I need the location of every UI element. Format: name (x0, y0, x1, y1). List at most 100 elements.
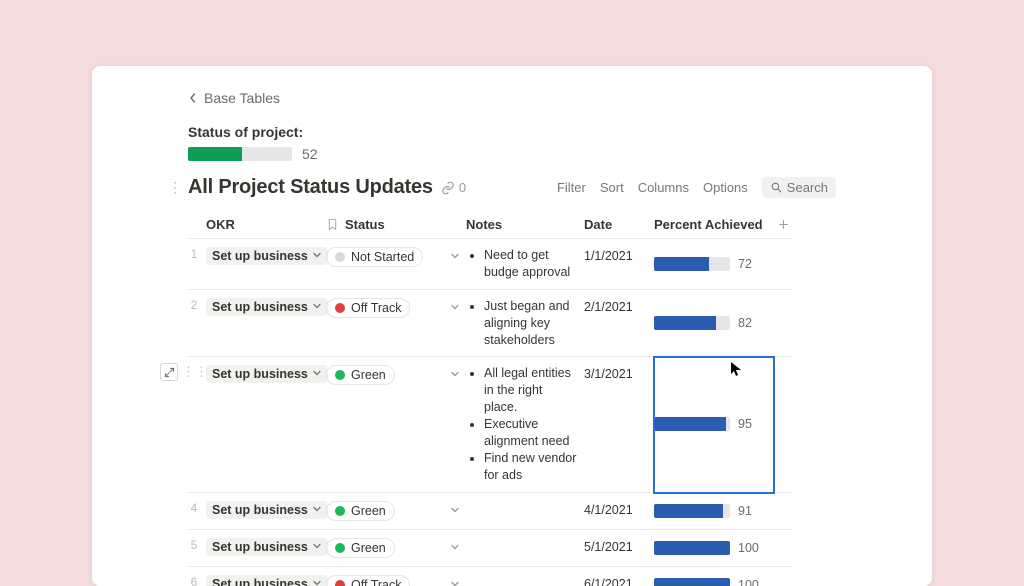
okr-pill[interactable]: Set up business (206, 538, 328, 556)
date-cell[interactable]: 1/1/2021 (584, 239, 654, 290)
date-cell[interactable]: 2/1/2021 (584, 290, 654, 358)
okr-cell: Set up business (206, 239, 326, 290)
page-title: All Project Status Updates (188, 176, 433, 199)
status-dot-icon (335, 370, 345, 380)
okr-pill[interactable]: Set up business (206, 247, 328, 265)
row-number: 4 (188, 493, 206, 530)
percent-cell[interactable]: 100 (654, 567, 774, 586)
chevron-down-icon (312, 300, 322, 314)
percent-track (654, 316, 730, 330)
notes-cell[interactable] (466, 530, 584, 567)
overall-progress-track (188, 147, 292, 161)
note-item: Just began and aligning key stakeholders (484, 298, 578, 349)
chevron-down-icon (312, 503, 322, 517)
status-label: Not Started (351, 250, 414, 264)
row-drag-handle-icon[interactable]: ⋮⋮ (182, 364, 208, 380)
okr-pill[interactable]: Set up business (206, 298, 328, 316)
date-cell[interactable]: 3/1/2021 (584, 357, 654, 492)
status-expand-button[interactable] (450, 503, 460, 518)
note-item: Find new vendor for ads (484, 450, 578, 484)
options-button[interactable]: Options (703, 180, 748, 195)
notes-cell[interactable] (466, 567, 584, 586)
col-header-notes[interactable]: Notes (466, 211, 584, 239)
status-expand-button[interactable] (450, 367, 460, 382)
status-cell: Off Track (326, 567, 466, 586)
status-cell: Green (326, 530, 466, 567)
search-button[interactable]: Search (762, 177, 836, 198)
notes-cell[interactable]: All legal entities in the right place.Ex… (466, 357, 584, 492)
okr-cell: Set up business (206, 357, 326, 492)
percent-cell[interactable]: 95 (654, 357, 774, 492)
percent-fill (654, 257, 709, 271)
drag-handle-icon[interactable]: ⋮ (168, 180, 182, 194)
status-cell: Green (326, 493, 466, 530)
status-pill[interactable]: Green (326, 501, 395, 521)
percent-fill (654, 316, 716, 330)
app-card: Base Tables Status of project: 52 ⋮ All … (92, 66, 932, 586)
expand-row-button[interactable] (160, 363, 178, 381)
okr-pill[interactable]: Set up business (206, 575, 328, 586)
chevron-down-icon (312, 249, 322, 263)
sort-button[interactable]: Sort (600, 180, 624, 195)
search-icon (770, 181, 783, 194)
bookmark-icon (326, 218, 339, 231)
overall-progress-value: 52 (302, 146, 318, 162)
percent-cell[interactable]: 100 (654, 530, 774, 567)
status-dot-icon (335, 252, 345, 262)
notes-cell[interactable]: Need to get budge approval (466, 239, 584, 290)
status-expand-button[interactable] (450, 540, 460, 555)
notes-cell[interactable] (466, 493, 584, 530)
status-expand-button[interactable] (450, 300, 460, 315)
date-cell[interactable]: 4/1/2021 (584, 493, 654, 530)
percent-track (654, 417, 730, 431)
okr-label: Set up business (212, 577, 308, 586)
plus-icon (777, 218, 790, 231)
percent-cell[interactable]: 72 (654, 239, 774, 290)
breadcrumb[interactable]: Base Tables (188, 90, 280, 106)
percent-cell[interactable]: 91 (654, 493, 774, 530)
filter-button[interactable]: Filter (557, 180, 586, 195)
date-cell[interactable]: 5/1/2021 (584, 530, 654, 567)
table: OKR Status Notes Date Percent Achieved 1… (188, 211, 836, 586)
col-header-okr[interactable]: OKR (206, 211, 326, 239)
percent-track (654, 257, 730, 271)
col-header-date[interactable]: Date (584, 211, 654, 239)
col-header-status[interactable]: Status (326, 211, 466, 239)
percent-fill (654, 504, 723, 518)
backlink-count[interactable]: 0 (441, 180, 466, 195)
okr-label: Set up business (212, 300, 308, 314)
percent-fill (654, 417, 726, 431)
status-pill[interactable]: Green (326, 365, 395, 385)
okr-label: Set up business (212, 249, 308, 263)
columns-button[interactable]: Columns (638, 180, 689, 195)
trailing-cell (774, 530, 792, 567)
col-header-status-label: Status (345, 217, 385, 232)
date-cell[interactable]: 6/1/2021 (584, 567, 654, 586)
status-cell: Green (326, 357, 466, 492)
status-pill[interactable]: Off Track (326, 298, 410, 318)
status-expand-button[interactable] (450, 249, 460, 264)
okr-cell: Set up business (206, 493, 326, 530)
status-label: Off Track (351, 301, 401, 315)
okr-pill[interactable]: Set up business (206, 501, 328, 519)
add-column-button[interactable] (774, 211, 792, 239)
status-pill[interactable]: Off Track (326, 575, 410, 586)
backlink-count-value: 0 (459, 180, 466, 195)
status-label: Off Track (351, 578, 401, 586)
status-pill[interactable]: Green (326, 538, 395, 558)
percent-value: 100 (738, 541, 759, 555)
trailing-cell (774, 493, 792, 530)
status-expand-button[interactable] (450, 577, 460, 586)
percent-track (654, 578, 730, 586)
percent-value: 95 (738, 417, 752, 431)
status-dot-icon (335, 580, 345, 586)
status-pill[interactable]: Not Started (326, 247, 423, 267)
col-header-percent[interactable]: Percent Achieved (654, 211, 774, 239)
notes-cell[interactable]: Just began and aligning key stakeholders (466, 290, 584, 358)
okr-pill[interactable]: Set up business (206, 365, 328, 383)
percent-track (654, 541, 730, 555)
percent-cell[interactable]: 82 (654, 290, 774, 358)
status-label: Green (351, 368, 386, 382)
col-header-blank (188, 211, 206, 239)
search-label: Search (787, 180, 828, 195)
